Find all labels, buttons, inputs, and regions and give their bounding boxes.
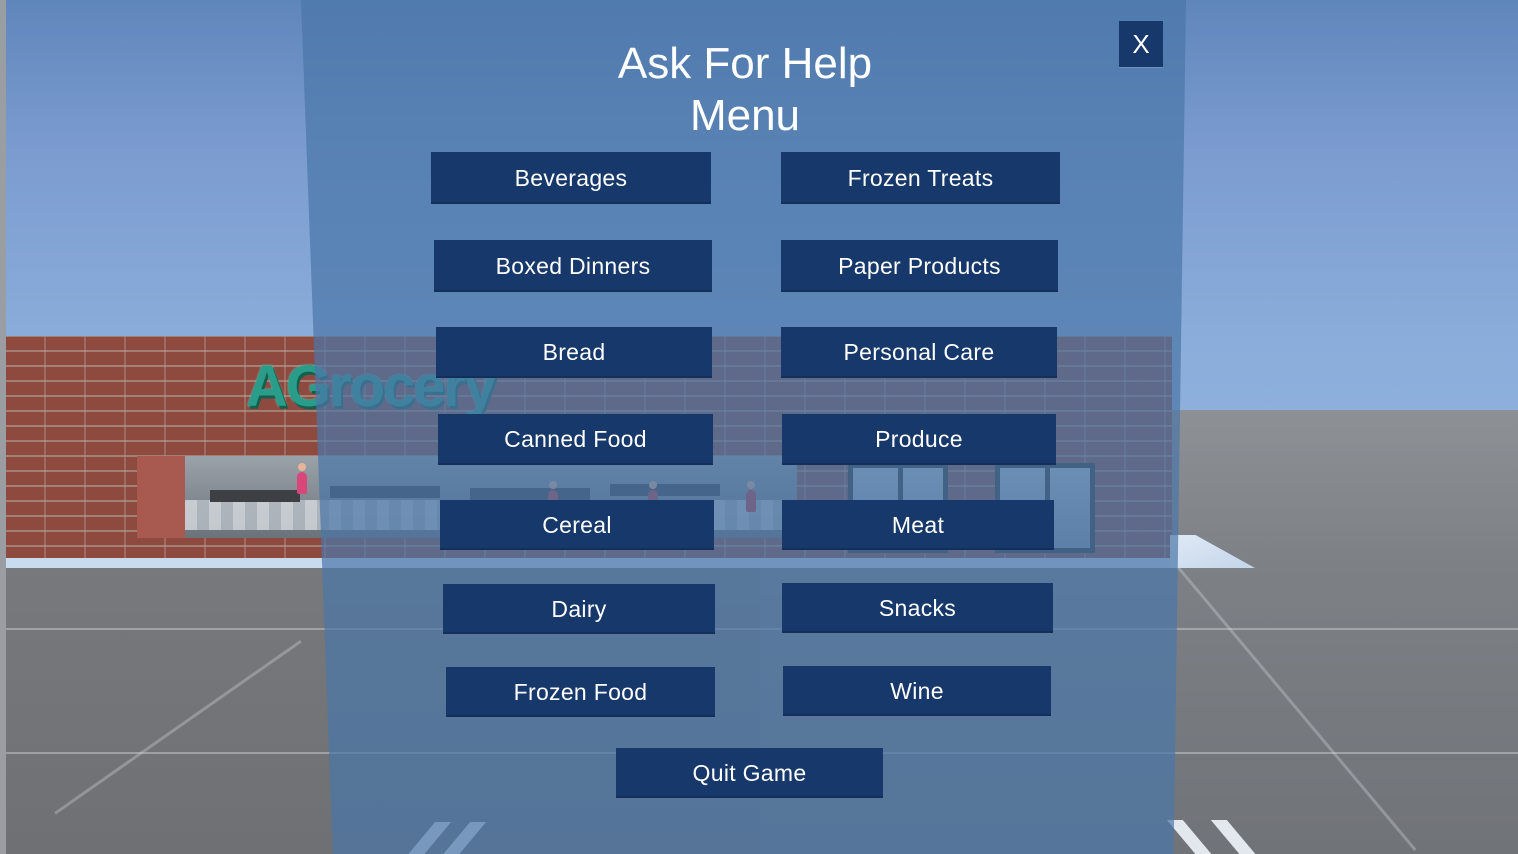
produce-button[interactable]: Produce (782, 414, 1056, 465)
menu-title-line2: Menu (689, 91, 801, 140)
menu-title-line1: Ask For Help (617, 39, 873, 88)
dairy-button[interactable]: Dairy (443, 584, 715, 634)
paper-products-button[interactable]: Paper Products (781, 240, 1058, 292)
meat-button[interactable]: Meat (782, 500, 1054, 550)
game-scene: AGrocery Ask For Help Menu X Beverages F… (0, 0, 1518, 854)
frozen-treats-button[interactable]: Frozen Treats (781, 152, 1060, 204)
shelf (210, 490, 300, 502)
frozen-food-button[interactable]: Frozen Food (446, 667, 715, 717)
menu-title: Ask For Help Menu (560, 38, 930, 142)
canned-food-button[interactable]: Canned Food (438, 414, 713, 465)
quit-game-button[interactable]: Quit Game (616, 748, 883, 798)
shopper-figure (297, 463, 307, 494)
bread-button[interactable]: Bread (436, 327, 712, 378)
cereal-button[interactable]: Cereal (440, 500, 714, 550)
personal-care-button[interactable]: Personal Care (781, 327, 1057, 378)
close-button[interactable]: X (1119, 21, 1163, 67)
wine-button[interactable]: Wine (783, 666, 1051, 716)
beverages-button[interactable]: Beverages (431, 152, 711, 204)
boxed-dinners-button[interactable]: Boxed Dinners (434, 240, 712, 292)
snacks-button[interactable]: Snacks (782, 583, 1053, 633)
